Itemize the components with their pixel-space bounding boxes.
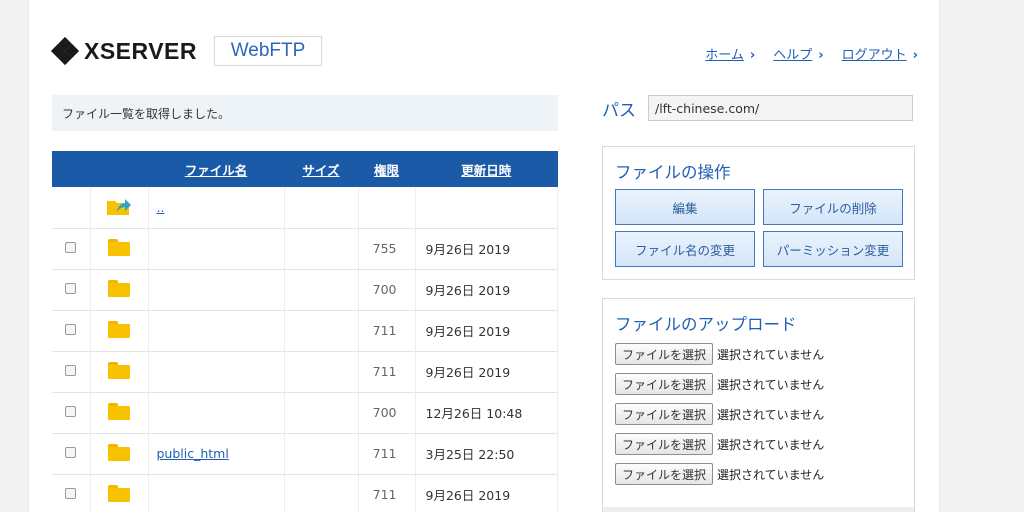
change-permission-button[interactable]: パーミッション変更: [763, 231, 903, 267]
file-upload-title: ファイルのアップロード: [615, 315, 797, 334]
modified-date: 9月26日 2019: [415, 474, 558, 512]
folder-icon[interactable]: [108, 443, 130, 461]
logo-diamond-icon: [50, 36, 80, 66]
edit-button[interactable]: 編集: [615, 189, 755, 225]
row-checkbox[interactable]: [65, 283, 77, 294]
nav-home[interactable]: ホーム ›: [705, 44, 755, 63]
modified-date: 9月26日 2019: [415, 228, 558, 269]
folder-icon[interactable]: [108, 279, 130, 297]
nav-home-link[interactable]: ホーム: [705, 48, 744, 63]
table-row[interactable]: 700 9月26日 2019: [52, 269, 558, 310]
table-row[interactable]: public_html 711 3月25日 22:50: [52, 433, 558, 474]
upload-slot: ファイルを選択 選択されていません: [615, 373, 824, 395]
nav-help[interactable]: ヘルプ ›: [773, 44, 823, 63]
modified-date: 9月26日 2019: [415, 269, 558, 310]
row-checkbox[interactable]: [65, 406, 77, 417]
header-icon-col: [90, 151, 148, 187]
delete-file-button[interactable]: ファイルの削除: [763, 189, 903, 225]
no-file-selected-label: 選択されていません: [717, 467, 825, 482]
file-operations-panel: ファイルの操作 編集 ファイルの削除 ファイル名の変更 パーミッション変更: [602, 146, 915, 280]
permission-value: 711: [358, 310, 416, 351]
folder-icon[interactable]: [108, 320, 130, 338]
modified-date: 9月26日 2019: [415, 310, 558, 351]
folder-icon[interactable]: [108, 361, 130, 379]
upload-slot: ファイルを選択 選択されていません: [615, 343, 824, 365]
table-row[interactable]: 711 9月26日 2019: [52, 474, 558, 512]
no-file-selected-label: 選択されていません: [717, 407, 825, 422]
file-upload-panel: ファイルのアップロード ファイルを選択 選択されていません ファイルを選択 選択されて…: [602, 298, 915, 512]
parent-dir-link[interactable]: ..: [157, 200, 165, 215]
choose-file-button[interactable]: ファイルを選択: [615, 463, 714, 485]
table-row[interactable]: 700 12月26日 10:48: [52, 392, 558, 433]
nav-logout[interactable]: ログアウト ›: [842, 44, 918, 63]
top-nav: ホーム › ヘルプ › ログアウト ›: [705, 44, 918, 63]
chevron-right-icon: ›: [912, 48, 918, 63]
parent-folder-icon[interactable]: [106, 196, 132, 216]
choose-file-button[interactable]: ファイルを選択: [615, 433, 714, 455]
upload-slot: ファイルを選択 選択されていません: [615, 403, 824, 425]
permission-value: 711: [358, 351, 416, 392]
table-header-row: ファイル名 サイズ 権限 更新日時: [52, 151, 558, 187]
parent-dir-row[interactable]: ..: [52, 187, 558, 228]
permission-value: 711: [358, 474, 416, 512]
folder-icon[interactable]: [108, 484, 130, 502]
permission-value: 711: [358, 433, 416, 474]
sort-by-name[interactable]: ファイル名: [148, 151, 284, 187]
upload-slot: ファイルを選択 選択されていません: [615, 463, 824, 485]
status-message: ファイル一覧を取得しました。: [52, 95, 558, 131]
modified-date: 9月26日 2019: [415, 351, 558, 392]
permission-value: 755: [358, 228, 416, 269]
choose-file-button[interactable]: ファイルを選択: [615, 373, 714, 395]
row-checkbox[interactable]: [65, 447, 77, 458]
upload-panel-footer: [603, 507, 914, 512]
row-checkbox[interactable]: [65, 365, 77, 376]
table-row[interactable]: 755 9月26日 2019: [52, 228, 558, 269]
table-row[interactable]: 711 9月26日 2019: [52, 310, 558, 351]
choose-file-button[interactable]: ファイルを選択: [615, 403, 714, 425]
header-checkbox-col: [52, 151, 90, 187]
no-file-selected-label: 選択されていません: [717, 377, 825, 392]
file-operations-title: ファイルの操作: [615, 163, 731, 182]
chevron-right-icon: ›: [749, 48, 756, 63]
rename-file-button[interactable]: ファイル名の変更: [615, 231, 755, 267]
path-field[interactable]: /lft-chinese.com/: [648, 95, 913, 121]
no-file-selected-label: 選択されていません: [717, 347, 825, 362]
sort-by-perm[interactable]: 権限: [358, 151, 415, 187]
folder-icon[interactable]: [108, 238, 130, 256]
file-table: ファイル名 サイズ 権限 更新日時 .. 755 9月26日 2019 700 9月2…: [52, 151, 558, 512]
permission-value: 700: [358, 269, 416, 310]
modified-date: 3月25日 22:50: [415, 433, 558, 474]
row-checkbox[interactable]: [65, 324, 77, 335]
path-label: パス: [602, 101, 636, 121]
nav-help-link[interactable]: ヘルプ: [773, 48, 812, 63]
permission-value: 700: [358, 392, 416, 433]
row-checkbox[interactable]: [65, 242, 77, 253]
chevron-right-icon: ›: [818, 48, 824, 63]
modified-date: 12月26日 10:48: [415, 392, 558, 433]
sort-by-date[interactable]: 更新日時: [415, 151, 558, 187]
upload-slot: ファイルを選択 選択されていません: [615, 433, 824, 455]
file-name-link[interactable]: public_html: [157, 446, 229, 461]
logo-text: XSERVER: [84, 37, 198, 64]
row-checkbox[interactable]: [65, 488, 77, 499]
table-row[interactable]: 711 9月26日 2019: [52, 351, 558, 392]
sort-by-size[interactable]: サイズ: [284, 151, 358, 187]
xserver-logo: XSERVER: [50, 36, 198, 66]
product-name: WebFTP: [214, 36, 322, 66]
folder-icon[interactable]: [108, 402, 130, 420]
nav-logout-link[interactable]: ログアウト: [842, 48, 907, 63]
no-file-selected-label: 選択されていません: [717, 437, 825, 452]
choose-file-button[interactable]: ファイルを選択: [615, 343, 714, 365]
